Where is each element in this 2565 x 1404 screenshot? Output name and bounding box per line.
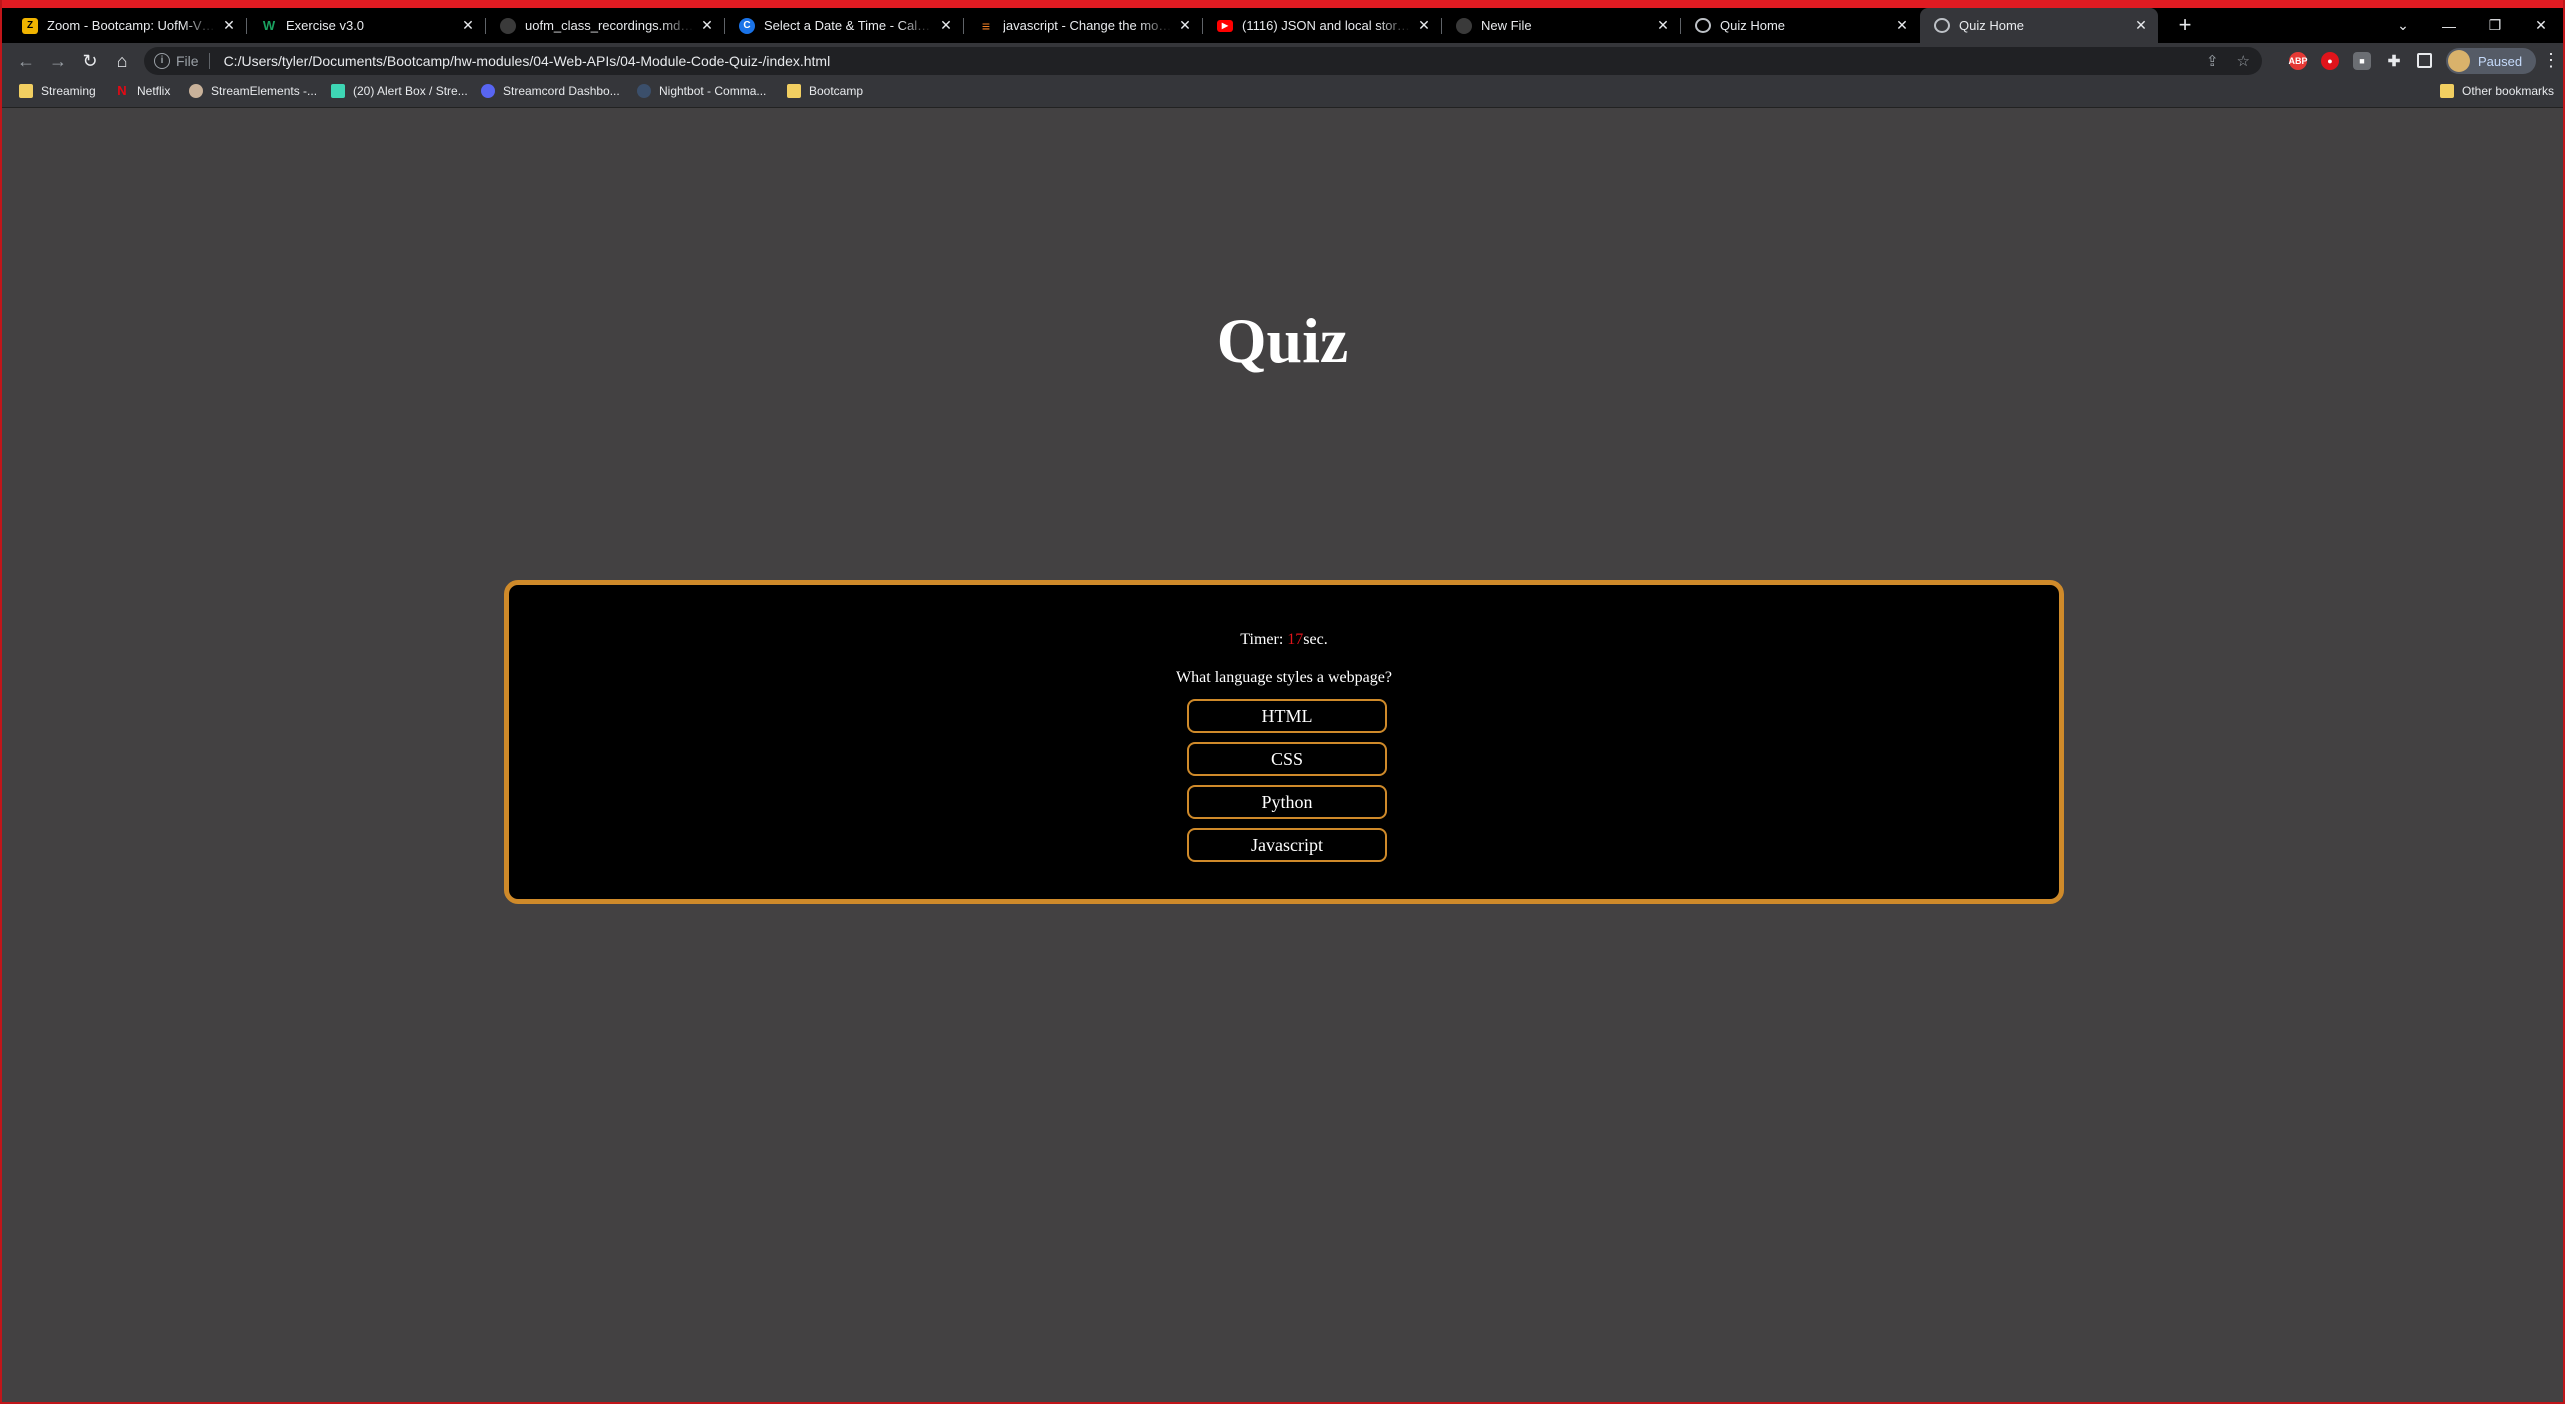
restore-button[interactable]: ❐: [2472, 8, 2518, 43]
netflix-icon: N: [117, 83, 127, 98]
close-tab-icon[interactable]: ✕: [698, 17, 716, 35]
close-tab-icon[interactable]: ✕: [2132, 17, 2150, 35]
nightbot-icon: [637, 84, 651, 98]
streamelements-icon: [189, 84, 203, 98]
question-text: What language styles a webpage?: [1176, 669, 1392, 686]
stackoverflow-tab-icon: ≡: [981, 17, 991, 34]
tab-strip: Z Zoom - Bootcamp: UofM-VIRT-FSF ✕ W Exe…: [2, 8, 2563, 43]
address-bar[interactable]: i File C:/Users/tyler/Documents/Bootcamp…: [144, 47, 2262, 75]
record-extension-icon[interactable]: ●: [2321, 52, 2339, 70]
tab-zoom[interactable]: Z Zoom - Bootcamp: UofM-VIRT-FSF ✕: [8, 8, 247, 43]
site-info-icon[interactable]: i: [154, 53, 170, 69]
github-tab-icon: [1456, 17, 1472, 34]
tab-exercise[interactable]: W Exercise v3.0 ✕: [247, 8, 486, 43]
close-tab-icon[interactable]: ✕: [220, 17, 238, 35]
bookmark-streamelements[interactable]: StreamElements -...: [189, 84, 317, 98]
window-top-accent: [2, 0, 2563, 8]
folder-icon: [787, 84, 801, 98]
answer-list: HTML CSS Python Javascript: [1187, 699, 1387, 871]
tab-calendly[interactable]: C Select a Date & Time - Calendly ✕: [725, 8, 964, 43]
close-window-button[interactable]: ✕: [2518, 8, 2563, 43]
bookmark-star-icon[interactable]: ☆: [2237, 52, 2250, 70]
github-tab-icon: [500, 17, 516, 34]
tab-title: Zoom - Bootcamp: UofM-VIRT-FSF: [47, 18, 216, 33]
quiz-card: Timer: 17sec. What language styles a web…: [504, 580, 2064, 904]
tab-title: javascript - Change the mouse cursor: [1003, 18, 1172, 33]
bookmark-alert-box[interactable]: (20) Alert Box / Stre...: [331, 84, 468, 98]
profile-button[interactable]: Paused: [2446, 48, 2536, 74]
tab-quiz-home[interactable]: Quiz Home ✕: [1681, 8, 1919, 43]
timer-count: 17: [1287, 631, 1304, 648]
menu-kebab-icon[interactable]: ⋮: [2542, 51, 2560, 69]
tab-search-chevron-icon[interactable]: ⌄: [2380, 8, 2426, 43]
bookmarks-bar: Streaming N Netflix StreamElements -... …: [2, 79, 2563, 108]
tab-title: uofm_class_recordings.md - GitHub: [525, 18, 694, 33]
close-tab-icon[interactable]: ✕: [1893, 17, 1911, 35]
timer: Timer: 17sec.: [509, 631, 2059, 649]
share-icon[interactable]: ⇪: [2206, 52, 2219, 70]
globe-tab-icon: [1934, 18, 1950, 33]
adblock-extension-icon[interactable]: ABP: [2289, 52, 2308, 70]
close-tab-icon[interactable]: ✕: [1176, 17, 1194, 35]
alertbox-icon: [331, 84, 345, 98]
folder-icon: [2440, 84, 2454, 98]
streamcord-icon: [481, 84, 495, 98]
address-scheme: File: [176, 53, 199, 69]
bookmark-bootcamp[interactable]: Bootcamp: [787, 84, 863, 98]
new-tab-button[interactable]: +: [2173, 14, 2197, 38]
profile-status: Paused: [2478, 53, 2523, 69]
folder-icon: [19, 84, 33, 98]
bookmark-streaming[interactable]: Streaming: [19, 84, 96, 98]
tab-quiz-home-active[interactable]: Quiz Home ✕: [1920, 8, 2158, 43]
forward-arrow-icon[interactable]: →: [46, 49, 70, 73]
close-tab-icon[interactable]: ✕: [937, 17, 955, 35]
answer-button-css[interactable]: CSS: [1187, 742, 1387, 776]
back-arrow-icon[interactable]: ←: [14, 49, 38, 73]
tab-title: Exercise v3.0: [286, 18, 365, 33]
side-panel-icon[interactable]: [2417, 53, 2432, 68]
reload-icon[interactable]: ↻: [78, 49, 102, 73]
page-content: Quiz Timer: 17sec. What language styles …: [2, 108, 2563, 1402]
close-tab-icon[interactable]: ✕: [1415, 17, 1433, 35]
tab-stackoverflow[interactable]: ≡ javascript - Change the mouse cursor ✕: [964, 8, 1203, 43]
bookmark-netflix[interactable]: N Netflix: [115, 83, 170, 99]
answer-button-python[interactable]: Python: [1187, 785, 1387, 819]
bookmark-nightbot[interactable]: Nightbot - Comma...: [637, 84, 766, 98]
tab-title: Quiz Home: [1720, 18, 1786, 33]
page-title: Quiz: [1216, 305, 1349, 376]
timer-label: Timer:: [1240, 631, 1284, 648]
address-url[interactable]: C:/Users/tyler/Documents/Bootcamp/hw-mod…: [224, 53, 831, 69]
extension-icon[interactable]: ■: [2353, 52, 2371, 70]
minimize-button[interactable]: —: [2426, 8, 2472, 43]
tab-title: Select a Date & Time - Calendly: [764, 18, 933, 33]
close-tab-icon[interactable]: ✕: [459, 17, 477, 35]
answer-button-html[interactable]: HTML: [1187, 699, 1387, 733]
tab-title: (1116) JSON and local storage - YouTube: [1242, 18, 1411, 33]
globe-tab-icon: [1695, 18, 1711, 33]
tab-youtube[interactable]: ▶ (1116) JSON and local storage - YouTub…: [1203, 8, 1442, 43]
answer-button-javascript[interactable]: Javascript: [1187, 828, 1387, 862]
browser-window: Z Zoom - Bootcamp: UofM-VIRT-FSF ✕ W Exe…: [0, 0, 2565, 1404]
timer-unit: sec.: [1303, 631, 1328, 648]
tab-github-recordings[interactable]: uofm_class_recordings.md - GitHub ✕: [486, 8, 725, 43]
tab-new-file[interactable]: New File ✕: [1442, 8, 1681, 43]
home-icon[interactable]: ⌂: [110, 49, 134, 73]
w-tab-icon: W: [262, 18, 276, 33]
close-tab-icon[interactable]: ✕: [1654, 17, 1672, 35]
bookmark-streamcord[interactable]: Streamcord Dashbo...: [481, 84, 620, 98]
browser-toolbar: ← → ↻ ⌂ i File C:/Users/tyler/Documents/…: [2, 43, 2563, 79]
calendly-tab-icon: C: [739, 17, 755, 34]
zoom-tab-icon: Z: [22, 17, 38, 34]
avatar: [2448, 50, 2470, 72]
youtube-tab-icon: ▶: [1217, 19, 1233, 32]
extensions-puzzle-icon[interactable]: ✚: [2385, 52, 2403, 70]
other-bookmarks[interactable]: Other bookmarks: [2440, 84, 2554, 98]
tab-title: Quiz Home: [1959, 18, 2025, 33]
tab-title: New File: [1481, 18, 1532, 33]
